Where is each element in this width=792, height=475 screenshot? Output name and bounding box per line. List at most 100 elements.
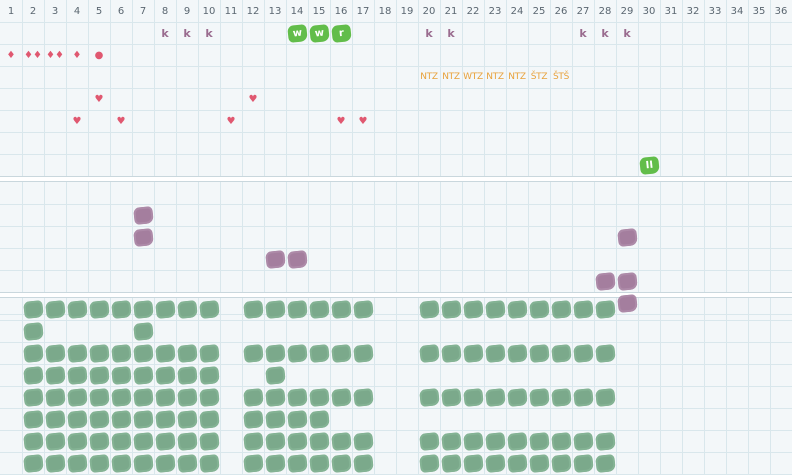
green-entry-cell[interactable] — [352, 452, 374, 474]
green-entry-cell[interactable] — [330, 430, 352, 452]
green-entry-cell[interactable] — [132, 364, 154, 386]
green-entry-cell[interactable] — [110, 452, 132, 474]
green-entry-cell[interactable] — [484, 386, 506, 408]
green-entry-cell[interactable] — [264, 386, 286, 408]
k-mark-cell[interactable]: k — [572, 22, 594, 44]
green-entry-cell[interactable] — [22, 408, 44, 430]
green-entry-cell[interactable] — [154, 408, 176, 430]
green-entry-cell[interactable] — [264, 452, 286, 474]
green-entry-cell[interactable] — [286, 408, 308, 430]
green-entry-cell[interactable] — [264, 342, 286, 364]
green-entry-cell[interactable] — [308, 430, 330, 452]
green-entry-cell[interactable] — [352, 430, 374, 452]
ntz-mark-cell[interactable]: NTZ — [418, 66, 440, 88]
ntz-mark-cell[interactable]: ŠTZ — [528, 66, 550, 88]
ntz-mark-cell[interactable]: NTZ — [440, 66, 462, 88]
lime-entry-cell[interactable]: w — [286, 22, 308, 44]
heart-mark-cell[interactable]: ♥ — [352, 110, 374, 132]
green-entry-cell[interactable] — [154, 386, 176, 408]
green-entry-cell[interactable] — [176, 342, 198, 364]
green-entry-cell[interactable] — [352, 386, 374, 408]
green-entry-cell[interactable] — [132, 452, 154, 474]
green-entry-cell[interactable] — [484, 342, 506, 364]
green-entry-cell[interactable] — [462, 430, 484, 452]
lime-entry-cell[interactable]: r — [330, 22, 352, 44]
drop-mark-cell[interactable]: ♦♦ — [22, 44, 44, 66]
green-entry-cell[interactable] — [330, 386, 352, 408]
green-entry-cell[interactable] — [550, 342, 572, 364]
green-entry-cell[interactable] — [242, 430, 264, 452]
green-entry-cell[interactable] — [198, 364, 220, 386]
green-entry-cell[interactable] — [286, 452, 308, 474]
green-entry-cell[interactable] — [330, 452, 352, 474]
green-entry-cell[interactable] — [22, 364, 44, 386]
green-entry-cell[interactable] — [308, 452, 330, 474]
green-entry-cell[interactable] — [308, 298, 330, 320]
green-entry-cell[interactable] — [88, 386, 110, 408]
green-entry-cell[interactable] — [132, 298, 154, 320]
green-entry-cell[interactable] — [286, 386, 308, 408]
green-entry-cell[interactable] — [572, 430, 594, 452]
k-mark-cell[interactable]: k — [198, 22, 220, 44]
green-entry-cell[interactable] — [572, 452, 594, 474]
drop-mark-cell[interactable]: ♦ — [0, 44, 22, 66]
green-entry-cell[interactable] — [132, 320, 154, 342]
green-entry-cell[interactable] — [506, 430, 528, 452]
green-entry-cell[interactable] — [44, 430, 66, 452]
green-entry-cell[interactable] — [198, 408, 220, 430]
green-entry-cell[interactable] — [286, 430, 308, 452]
green-entry-cell[interactable] — [22, 386, 44, 408]
green-entry-cell[interactable] — [572, 298, 594, 320]
green-entry-cell[interactable] — [110, 298, 132, 320]
green-entry-cell[interactable] — [286, 342, 308, 364]
green-entry-cell[interactable] — [44, 364, 66, 386]
heart-mark-cell[interactable]: ♥ — [66, 110, 88, 132]
k-mark-cell[interactable]: k — [440, 22, 462, 44]
green-entry-cell[interactable] — [462, 452, 484, 474]
green-entry-cell[interactable] — [440, 342, 462, 364]
ntz-mark-cell[interactable]: NTZ — [506, 66, 528, 88]
green-entry-cell[interactable] — [418, 298, 440, 320]
green-entry-cell[interactable] — [242, 408, 264, 430]
green-entry-cell[interactable] — [66, 452, 88, 474]
green-entry-cell[interactable] — [176, 452, 198, 474]
green-entry-cell[interactable] — [440, 298, 462, 320]
green-entry-cell[interactable] — [110, 386, 132, 408]
green-entry-cell[interactable] — [66, 298, 88, 320]
green-entry-cell[interactable] — [132, 386, 154, 408]
heart-mark-cell[interactable]: ♥ — [220, 110, 242, 132]
green-entry-cell[interactable] — [198, 430, 220, 452]
green-entry-cell[interactable] — [66, 430, 88, 452]
k-mark-cell[interactable]: k — [594, 22, 616, 44]
lime-entry-cell[interactable]: II — [638, 154, 660, 176]
green-entry-cell[interactable] — [352, 342, 374, 364]
green-entry-cell[interactable] — [484, 452, 506, 474]
green-entry-cell[interactable] — [440, 452, 462, 474]
green-entry-cell[interactable] — [572, 386, 594, 408]
green-entry-cell[interactable] — [594, 386, 616, 408]
green-entry-cell[interactable] — [198, 342, 220, 364]
green-entry-cell[interactable] — [176, 430, 198, 452]
green-entry-cell[interactable] — [484, 430, 506, 452]
green-entry-cell[interactable] — [550, 386, 572, 408]
lime-entry-cell[interactable]: w — [308, 22, 330, 44]
green-entry-cell[interactable] — [462, 298, 484, 320]
green-entry-cell[interactable] — [264, 408, 286, 430]
green-entry-cell[interactable] — [286, 298, 308, 320]
purple-entry-cell[interactable] — [594, 270, 616, 292]
green-entry-cell[interactable] — [44, 298, 66, 320]
purple-entry-cell[interactable] — [132, 204, 154, 226]
green-entry-cell[interactable] — [440, 430, 462, 452]
green-entry-cell[interactable] — [154, 452, 176, 474]
green-entry-cell[interactable] — [22, 430, 44, 452]
green-entry-cell[interactable] — [418, 430, 440, 452]
green-entry-cell[interactable] — [528, 452, 550, 474]
green-entry-cell[interactable] — [176, 408, 198, 430]
green-entry-cell[interactable] — [440, 386, 462, 408]
green-entry-cell[interactable] — [88, 452, 110, 474]
heart-mark-cell[interactable]: ♥ — [242, 88, 264, 110]
green-entry-cell[interactable] — [88, 408, 110, 430]
green-entry-cell[interactable] — [22, 320, 44, 342]
k-mark-cell[interactable]: k — [154, 22, 176, 44]
green-entry-cell[interactable] — [528, 342, 550, 364]
